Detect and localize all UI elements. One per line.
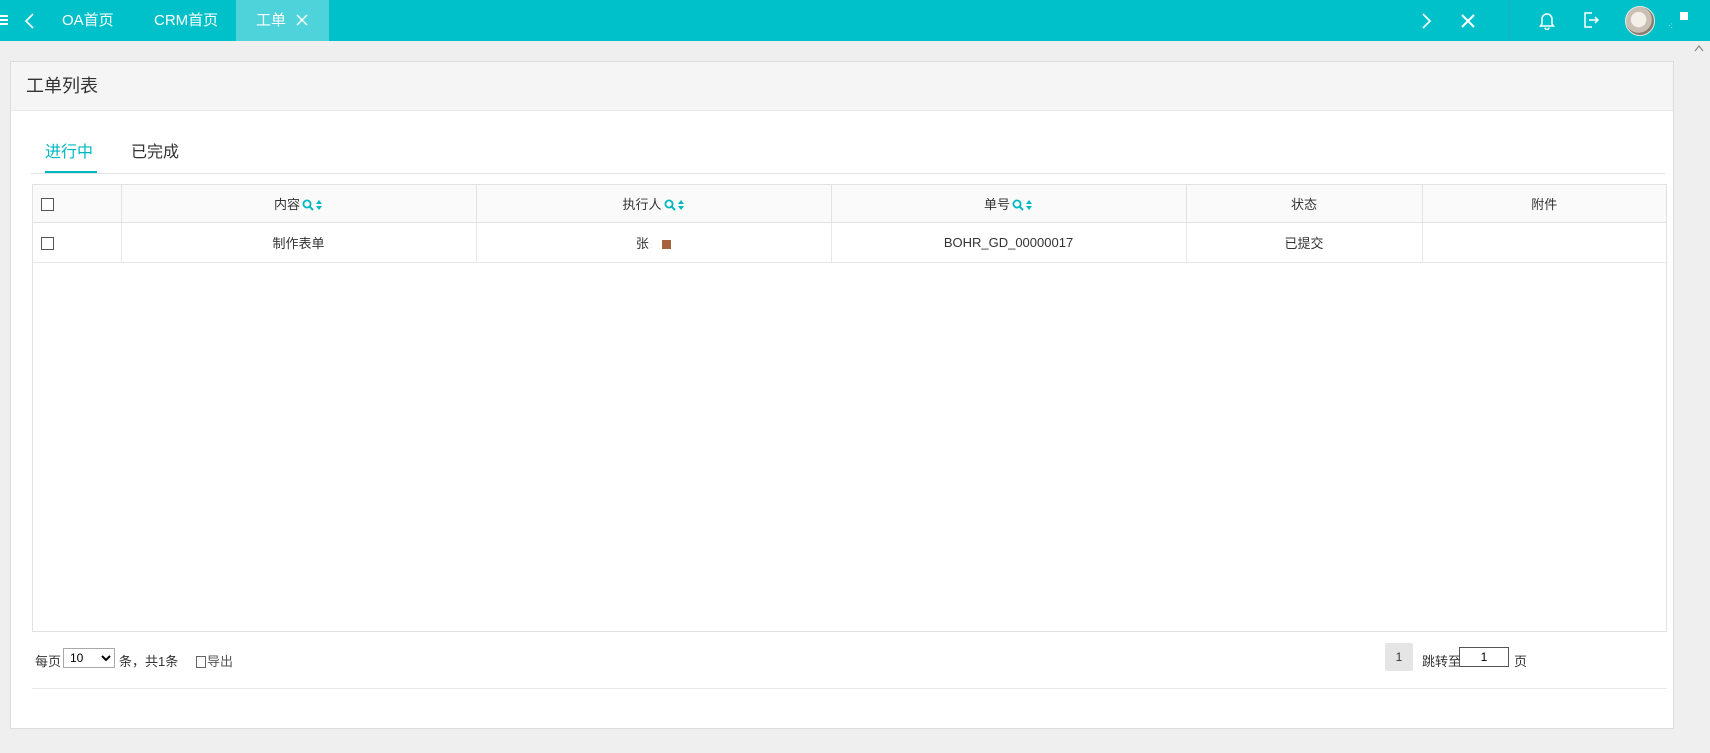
export-button[interactable]: 导出 xyxy=(196,651,233,670)
tab-work-order-label: 工单 xyxy=(256,12,287,29)
cell-attachment xyxy=(1422,222,1666,263)
close-all-icon[interactable] xyxy=(1461,14,1475,28)
tab-in-progress[interactable]: 进行中 xyxy=(45,138,93,162)
per-page-select[interactable]: 10 xyxy=(63,648,115,668)
tabs-divider xyxy=(31,173,1665,174)
search-icon[interactable] xyxy=(664,199,676,212)
export-label: 导出 xyxy=(207,654,234,669)
topbar-divider xyxy=(1509,0,1510,41)
cell-number: BOHR_GD_00000017 xyxy=(831,222,1187,263)
tab-work-order[interactable]: 工单 xyxy=(236,0,329,41)
row-checkbox[interactable] xyxy=(41,236,54,250)
total-count: 条，共1条 xyxy=(119,654,179,669)
logout-icon[interactable] xyxy=(1582,11,1600,29)
chevron-left-icon[interactable] xyxy=(22,12,38,30)
column-label: 内容 xyxy=(273,196,300,212)
tab-crm-home[interactable]: CRM首页 xyxy=(154,0,218,41)
export-icon xyxy=(196,656,206,668)
table-header-row: 内容 执行人 单号 状态 附件 xyxy=(33,185,1666,223)
bottom-divider xyxy=(32,688,1667,689)
work-order-table: 内容 执行人 单号 状态 附件 制作表单 张: BOHR_GD_00000017… xyxy=(32,184,1667,632)
column-header-executor[interactable]: 执行人 xyxy=(476,185,832,223)
top-bar: OA首页 CRM首页 工单 ·: xyxy=(0,0,1710,41)
column-header-attachment: 附件 xyxy=(1422,185,1666,223)
tab-completed[interactable]: 已完成 xyxy=(131,138,179,162)
column-header-status: 状态 xyxy=(1186,185,1423,223)
sort-icon[interactable] xyxy=(677,199,685,211)
cell-executor: 张: xyxy=(476,222,832,263)
table-row[interactable]: 制作表单 张: BOHR_GD_00000017 已提交 xyxy=(33,222,1666,263)
page-unit-label: 页 xyxy=(1514,654,1528,669)
column-header-number[interactable]: 单号 xyxy=(831,185,1187,223)
search-icon[interactable] xyxy=(302,199,314,212)
executor-name: 张 xyxy=(635,235,649,251)
tab-oa-home[interactable]: OA首页 xyxy=(62,0,114,41)
column-header-content[interactable]: 内容 xyxy=(121,185,477,223)
sort-icon[interactable] xyxy=(315,199,323,211)
bell-icon[interactable] xyxy=(1538,11,1556,30)
select-all-checkbox[interactable] xyxy=(41,197,54,211)
jump-label: 跳转至 xyxy=(1422,654,1462,669)
executor-color-icon xyxy=(662,239,672,249)
per-page-label: 每页 xyxy=(35,654,62,669)
cell-status: 已提交 xyxy=(1186,222,1423,263)
work-order-panel: 工单列表 进行中 已完成 内容 执行人 单号 状态 附件 制作表单 张: BOH… xyxy=(10,61,1674,729)
column-label: 执行人 xyxy=(622,196,662,212)
menu-icon[interactable] xyxy=(0,11,9,29)
close-icon[interactable] xyxy=(296,14,308,26)
sort-icon[interactable] xyxy=(1025,199,1033,211)
scroll-up-icon[interactable] xyxy=(1694,44,1704,52)
online-status-icon: ·: xyxy=(1668,12,1688,30)
cell-content: 制作表单 xyxy=(121,222,477,263)
search-icon[interactable] xyxy=(1012,199,1024,212)
edit-mark-icon: : xyxy=(649,240,653,250)
row-select-cell xyxy=(33,222,122,263)
pagination-bar: 每页 10 条，共1条 导出 1 跳转至 页 xyxy=(32,639,1667,679)
page-button-1[interactable]: 1 xyxy=(1385,643,1413,671)
status-tabs: 进行中 已完成 xyxy=(31,62,1665,174)
chevron-right-icon[interactable] xyxy=(1418,12,1434,30)
select-all-cell xyxy=(33,185,122,223)
avatar[interactable] xyxy=(1625,6,1655,36)
column-label: 单号 xyxy=(983,196,1010,212)
jump-page-input[interactable] xyxy=(1459,647,1509,667)
